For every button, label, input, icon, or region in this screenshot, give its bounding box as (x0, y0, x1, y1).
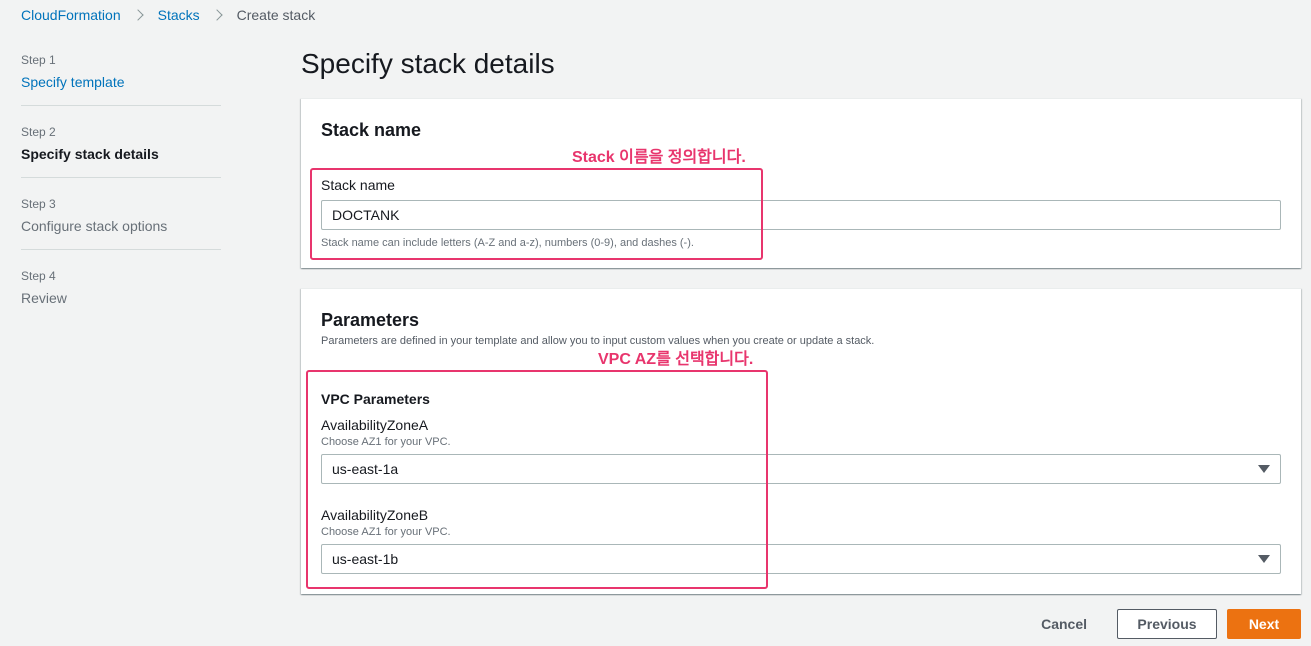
parameters-description: Parameters are defined in your template … (321, 335, 875, 347)
step-1: Step 1 Specify template (21, 52, 221, 106)
panel-title: Parameters (321, 310, 420, 330)
chevron-right-icon (131, 9, 144, 21)
step-configure-stack-options: Configure stack options (21, 218, 168, 234)
stack-name-annotation: Stack 이름을 정의합니다. (572, 149, 746, 166)
previous-button[interactable]: Previous (1117, 609, 1217, 639)
breadcrumb: CloudFormation Stacks Create stack (21, 6, 315, 24)
step-number: Step 4 (21, 269, 56, 283)
step-current-specify-stack-details: Specify stack details (21, 146, 159, 162)
wizard-steps: Step 1 Specify template Step 2 Specify s… (21, 52, 221, 340)
breadcrumb-stacks[interactable]: Stacks (158, 7, 200, 23)
step-number: Step 3 (21, 197, 56, 211)
step-number: Step 1 (21, 53, 56, 67)
step-review: Review (21, 290, 67, 306)
stack-name-highlight-box (310, 168, 763, 260)
vpc-az-annotation: VPC AZ를 선택합니다. (598, 351, 754, 368)
chevron-right-icon (210, 9, 223, 21)
step-link-specify-template[interactable]: Specify template (21, 70, 221, 94)
step-4: Step 4 Review (21, 268, 221, 322)
step-3: Step 3 Configure stack options (21, 196, 221, 250)
step-2: Step 2 Specify stack details (21, 124, 221, 178)
breadcrumb-current: Create stack (236, 7, 316, 23)
wizard-footer: Cancel Previous Next (1021, 609, 1301, 639)
page-title: Specify stack details (301, 48, 555, 79)
vpc-az-highlight-box (306, 370, 768, 589)
caret-down-icon (1258, 555, 1270, 563)
step-number: Step 2 (21, 125, 56, 139)
next-button[interactable]: Next (1227, 609, 1301, 639)
panel-title: Stack name (321, 120, 422, 140)
breadcrumb-cloudformation[interactable]: CloudFormation (21, 7, 121, 23)
cancel-button[interactable]: Cancel (1021, 609, 1107, 639)
caret-down-icon (1258, 465, 1270, 473)
